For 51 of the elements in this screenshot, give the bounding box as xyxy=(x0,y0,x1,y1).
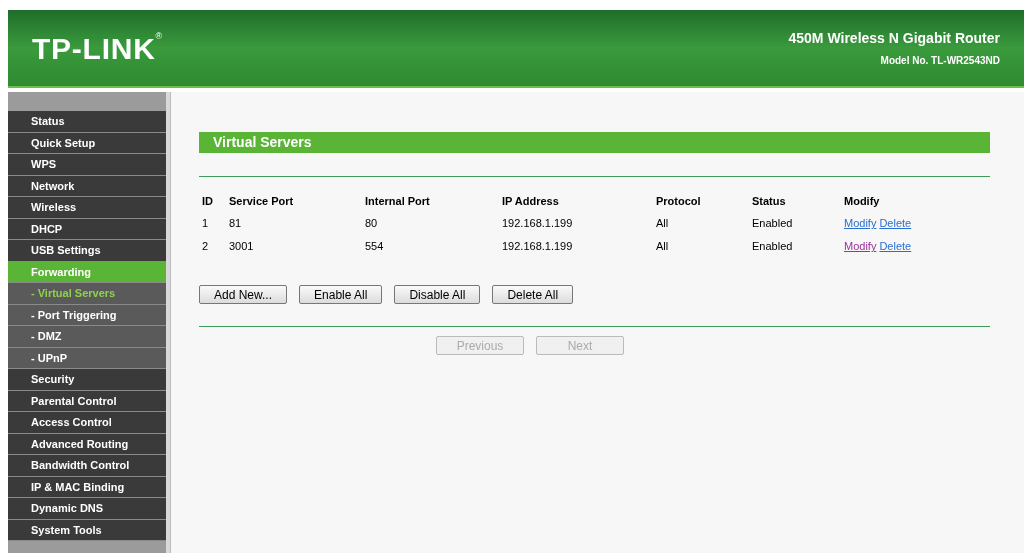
nav-item[interactable]: Bandwidth Control xyxy=(8,455,166,477)
delete-link[interactable]: Delete xyxy=(879,215,912,232)
nav-item[interactable]: DHCP xyxy=(8,218,166,240)
table-cell-text: 554 xyxy=(364,239,385,255)
nav-item[interactable]: Parental Control xyxy=(8,390,166,412)
model-number: Model No. TL-WR2543ND xyxy=(880,54,1000,68)
nav-subitem[interactable]: - Virtual Servers xyxy=(8,283,166,305)
table-cell-text: 80 xyxy=(364,216,379,232)
table-cell-text: 3001 xyxy=(228,239,255,255)
table-cell-text: Enabled xyxy=(751,216,794,232)
section-title: Virtual Servers xyxy=(199,132,990,153)
nav-item[interactable]: Dynamic DNS xyxy=(8,498,166,520)
registered-mark: ® xyxy=(155,29,163,41)
modify-link[interactable]: Modify xyxy=(844,215,877,232)
nav-item[interactable]: Security xyxy=(8,369,166,391)
table-cell-text: All xyxy=(655,239,670,255)
nav-item[interactable]: Wireless xyxy=(8,197,166,219)
table-cell-text: 1 xyxy=(201,216,210,232)
nav-item[interactable]: Quick Setup xyxy=(8,132,166,154)
table-cell-text: Enabled xyxy=(751,239,794,255)
table-cell-text: 192.168.1.199 xyxy=(501,216,574,232)
brand-logo: TP-LINK xyxy=(32,30,156,67)
column-header: Service Port xyxy=(228,193,295,209)
nav-item[interactable]: Advanced Routing xyxy=(8,433,166,455)
product-name: 450M Wireless N Gigabit Router xyxy=(788,29,1000,48)
column-header: IP Address xyxy=(501,193,560,209)
action-button[interactable]: Add New... xyxy=(199,285,288,304)
column-header: Internal Port xyxy=(364,193,431,209)
nav-item[interactable]: Access Control xyxy=(8,412,166,434)
delete-link[interactable]: Delete xyxy=(879,238,912,255)
nav-item[interactable]: WPS xyxy=(8,154,166,176)
column-header: Protocol xyxy=(655,193,702,209)
modify-link[interactable]: Modify xyxy=(844,238,877,255)
nav-subitem[interactable]: - Port Triggering xyxy=(8,304,166,326)
table-cell-text: 2 xyxy=(201,239,210,255)
table-cell-text: 192.168.1.199 xyxy=(501,239,574,255)
action-button[interactable]: Delete All xyxy=(492,285,574,304)
action-button[interactable]: Enable All xyxy=(299,285,383,304)
nav-subitem[interactable]: - UPnP xyxy=(8,347,166,369)
nav-item[interactable]: Network xyxy=(8,175,166,197)
nav-item[interactable]: USB Settings xyxy=(8,240,166,262)
column-header: ID xyxy=(201,193,214,209)
nav-item[interactable]: Status xyxy=(8,111,166,133)
action-button[interactable]: Disable All xyxy=(394,285,481,304)
nav-item[interactable]: System Tools xyxy=(8,519,166,541)
column-header: Modify xyxy=(843,193,881,209)
nav-item[interactable]: IP & MAC Binding xyxy=(8,476,166,498)
table-cell-text: 81 xyxy=(228,216,243,232)
nav-subitem[interactable]: - DMZ xyxy=(8,326,166,348)
column-header: Status xyxy=(751,193,787,209)
table-cell-text: All xyxy=(655,216,670,232)
